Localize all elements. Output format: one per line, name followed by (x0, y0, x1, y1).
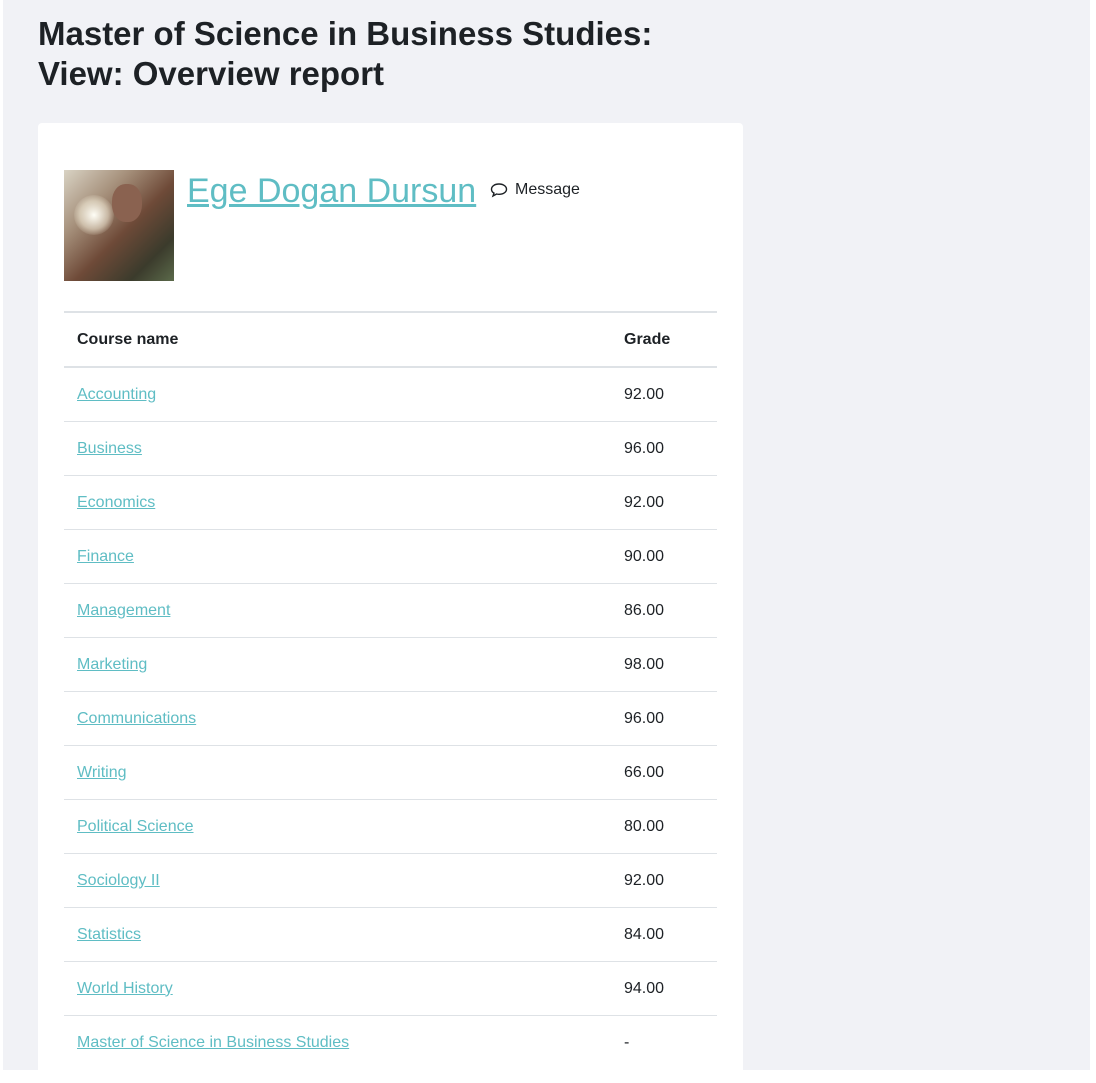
course-link[interactable]: Economics (77, 494, 155, 511)
speech-bubble-icon (490, 183, 508, 198)
course-cell: Finance (64, 529, 624, 584)
course-link[interactable]: World History (77, 980, 173, 997)
grade-cell: 80.00 (624, 799, 717, 854)
page-background: Master of Science in Business Studies: Vi… (3, 0, 1090, 1083)
course-cell: Management (64, 583, 624, 638)
table-row: Economics 92.00 (64, 475, 717, 530)
course-link[interactable]: Communications (77, 710, 196, 727)
grade-cell: 92.00 (624, 475, 717, 530)
table-row: Sociology II 92.00 (64, 853, 717, 908)
grade-cell: 84.00 (624, 907, 717, 962)
grade-header: Grade (624, 311, 717, 368)
grades-table: Course name Grade Accounting 92.00 Busines… (64, 311, 717, 1069)
course-name-header: Course name (64, 311, 624, 368)
course-link[interactable]: Accounting (77, 386, 156, 403)
message-button[interactable]: Message (490, 181, 580, 199)
course-cell: World History (64, 961, 624, 1016)
table-row: Business 96.00 (64, 421, 717, 476)
course-link[interactable]: Sociology II (77, 872, 160, 889)
grade-cell: 96.00 (624, 421, 717, 476)
course-cell: Business (64, 421, 624, 476)
course-cell: Statistics (64, 907, 624, 962)
grade-cell: 92.00 (624, 853, 717, 908)
message-label: Message (515, 181, 580, 198)
table-row: Writing 66.00 (64, 745, 717, 800)
report-card: Ege Dogan Dursun Message Course name Gra… (38, 123, 743, 1083)
table-row: World History 94.00 (64, 961, 717, 1016)
user-name-link[interactable]: Ege Dogan Dursun (187, 170, 476, 212)
course-cell: Master of Science in Business Studies (64, 1015, 624, 1069)
table-row: Marketing 98.00 (64, 637, 717, 692)
course-cell: Marketing (64, 637, 624, 692)
grade-cell: 92.00 (624, 366, 717, 422)
table-row: Communications 96.00 (64, 691, 717, 746)
course-link[interactable]: Statistics (77, 926, 141, 943)
course-cell: Communications (64, 691, 624, 746)
course-cell: Sociology II (64, 853, 624, 908)
course-cell: Accounting (64, 366, 624, 422)
grade-cell: 98.00 (624, 637, 717, 692)
course-cell: Economics (64, 475, 624, 530)
table-row: Finance 90.00 (64, 529, 717, 584)
course-cell: Political Science (64, 799, 624, 854)
course-link[interactable]: Marketing (77, 656, 147, 673)
course-link[interactable]: Business (77, 440, 142, 457)
table-row: Statistics 84.00 (64, 907, 717, 962)
grade-cell: 86.00 (624, 583, 717, 638)
grade-cell: 96.00 (624, 691, 717, 746)
grade-cell: 94.00 (624, 961, 717, 1016)
course-link[interactable]: Writing (77, 764, 127, 781)
avatar[interactable] (64, 170, 174, 281)
table-row: Political Science 80.00 (64, 799, 717, 854)
course-link[interactable]: Finance (77, 548, 134, 565)
course-link[interactable]: Master of Science in Business Studies (77, 1034, 349, 1051)
table-row: Master of Science in Business Studies - (64, 1015, 717, 1069)
grade-cell: 90.00 (624, 529, 717, 584)
table-header-row: Course name Grade (64, 311, 717, 368)
table-row: Management 86.00 (64, 583, 717, 638)
course-link[interactable]: Political Science (77, 818, 194, 835)
grade-cell: 66.00 (624, 745, 717, 800)
grade-cell: - (624, 1015, 717, 1069)
course-link[interactable]: Management (77, 602, 170, 619)
course-cell: Writing (64, 745, 624, 800)
page-title: Master of Science in Business Studies: Vi… (38, 15, 653, 92)
table-row: Accounting 92.00 (64, 366, 717, 422)
